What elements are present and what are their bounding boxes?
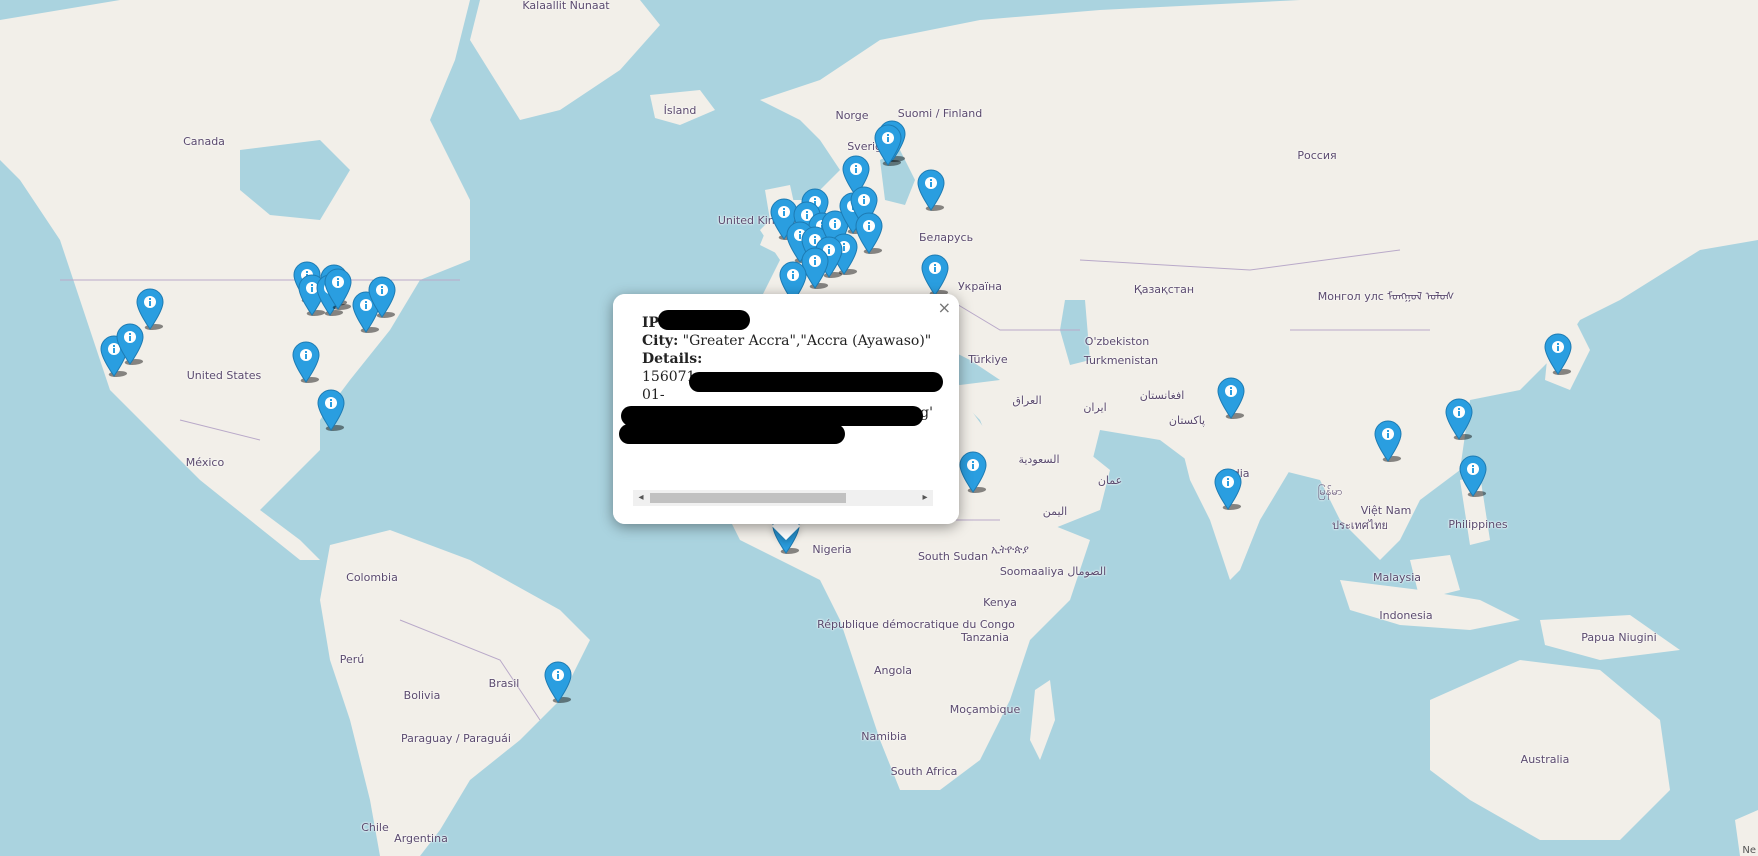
map-label: Argentina: [394, 832, 448, 845]
scroll-thumb[interactable]: [650, 493, 846, 503]
map-label: Chile: [361, 821, 389, 834]
map-label: Беларусь: [918, 231, 974, 244]
map-label: Россия: [1297, 149, 1337, 162]
redaction-details-1: [689, 372, 943, 392]
map-label: Perú: [339, 653, 365, 666]
map-label: Қазақстан: [1133, 283, 1195, 296]
map-marker-icon[interactable]: [316, 388, 346, 431]
map-label: Namibia: [861, 730, 907, 743]
redaction-details-3: [619, 424, 845, 444]
map-label: Nigeria: [812, 543, 852, 556]
map-label: Kalaallit Nunaat: [522, 0, 610, 12]
map-label: Việt Nam: [1360, 504, 1412, 517]
map-marker-icon[interactable]: [1543, 332, 1573, 375]
map-label: السعودية: [1018, 453, 1060, 466]
map-label: Paraguay / Paraguái: [401, 732, 511, 745]
map-label: پاکستان: [1168, 414, 1206, 427]
info-popup: × IP: City: "Greater Accra","Accra (Ayaw…: [613, 294, 959, 524]
map-marker-icon[interactable]: [367, 275, 397, 318]
map-marker-icon[interactable]: [1373, 419, 1403, 462]
map-marker-icon[interactable]: [1444, 397, 1474, 440]
map-marker-icon[interactable]: [958, 450, 988, 493]
map-label: Україна: [957, 280, 1003, 293]
map-label: Монгол улс ᠮᠣᠩᠭᠣᠯ ᠤᠯᠤᠰ: [1317, 290, 1455, 303]
map-marker-icon[interactable]: [873, 123, 903, 166]
map-marker-icon[interactable]: [920, 253, 950, 296]
city-row: City: "Greater Accra","Accra (Ayawaso)": [642, 332, 942, 350]
map-label: عمان: [1097, 474, 1123, 487]
map-marker-icon[interactable]: [1213, 467, 1243, 510]
map-label: Colombia: [346, 571, 398, 584]
city-label: City:: [642, 333, 679, 349]
map-label: Australia: [1520, 753, 1570, 766]
details-row: Details:: [642, 350, 942, 368]
map-marker-icon[interactable]: [115, 322, 145, 365]
map-label: افغانستان: [1139, 389, 1185, 402]
map-label: Bolivia: [403, 689, 441, 702]
details-label: Details:: [642, 351, 703, 367]
map-label: Tanzania: [961, 631, 1009, 644]
map-marker-icon[interactable]: [291, 340, 321, 383]
map-label: Türkiye: [968, 353, 1008, 366]
map-label: Moçambique: [949, 703, 1021, 716]
map-label: México: [185, 456, 225, 469]
map-label: ایران: [1083, 401, 1107, 414]
map-label: Kenya: [983, 596, 1017, 609]
map-label: United States: [186, 369, 262, 382]
map-marker-icon[interactable]: [1458, 454, 1488, 497]
map-label: Papua Niugini: [1581, 631, 1657, 644]
map-label: Philippines: [1448, 518, 1508, 531]
map-marker-icon[interactable]: [323, 267, 353, 310]
map-label: Angola: [873, 664, 913, 677]
map-label: Ísland: [663, 104, 697, 117]
map-label: العراق: [1012, 394, 1042, 407]
scroll-left-icon[interactable]: ◂: [633, 490, 649, 506]
map-label: South Africa: [890, 765, 958, 778]
map-label: မြန်မာ: [1317, 485, 1343, 498]
map-marker-icon[interactable]: [1216, 376, 1246, 419]
map-label: Norge: [835, 109, 869, 122]
map-label: Canada: [183, 135, 225, 148]
city-value: "Greater Accra","Accra (Ayawaso)": [678, 333, 932, 349]
map-label: Turkmenistan: [1083, 354, 1159, 367]
map-label: Indonesia: [1379, 609, 1433, 622]
map-marker-icon[interactable]: [916, 168, 946, 211]
map-marker-icon[interactable]: [543, 660, 573, 703]
map-label: اليمن: [1042, 505, 1068, 518]
map-label: South Sudan: [917, 550, 989, 563]
horizontal-scrollbar[interactable]: ◂ ▸: [633, 490, 933, 506]
redaction-ip: [658, 310, 750, 330]
map-label: Soomaaliya الصومال: [999, 565, 1107, 578]
scroll-right-icon[interactable]: ▸: [917, 490, 933, 506]
map-label: Brasil: [488, 677, 520, 690]
map-label: O'zbekiston: [1084, 335, 1150, 348]
map-label: République démocratique du Congo: [817, 618, 1015, 631]
redaction-details-2: [621, 406, 923, 426]
map-attribution: Ne: [1742, 845, 1756, 856]
map-label: Malaysia: [1372, 571, 1422, 584]
map-label: ኢትዮጵያ: [991, 543, 1029, 556]
map-label: ประเทศไทย: [1331, 519, 1389, 532]
